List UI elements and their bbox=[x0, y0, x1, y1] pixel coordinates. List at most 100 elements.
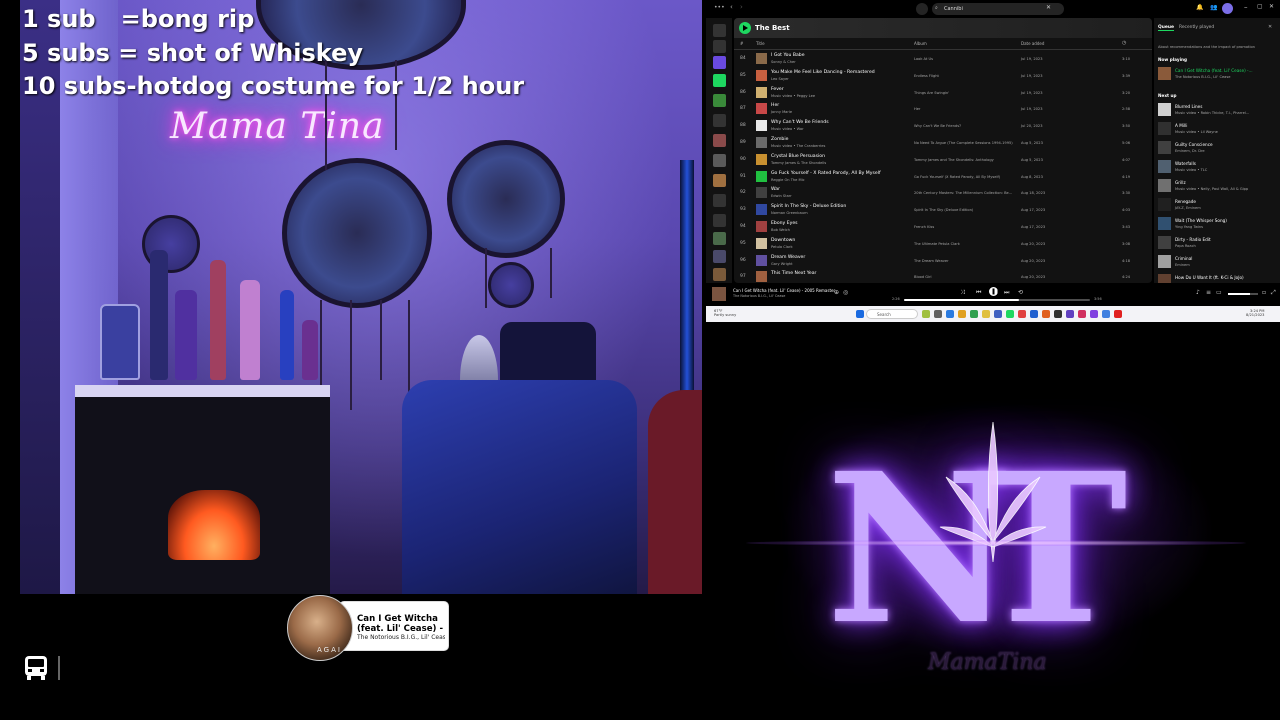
playlist-icon[interactable] bbox=[713, 154, 726, 167]
bell-icon[interactable]: 🔔 bbox=[1196, 4, 1203, 11]
app-icon[interactable] bbox=[1042, 310, 1050, 318]
track-artist[interactable]: Gary Wright bbox=[771, 262, 793, 266]
app-icon[interactable] bbox=[934, 310, 942, 318]
track-row[interactable]: 95 Downtown Petula Clark The Ultimate Petul… bbox=[734, 236, 1152, 253]
track-row[interactable]: 84 I Got You Babe Sonny & Cher Look At Us Ju… bbox=[734, 51, 1152, 68]
playlist-icon[interactable] bbox=[713, 174, 726, 187]
forward-arrow-icon[interactable]: › bbox=[740, 3, 743, 11]
queue-now-playing[interactable]: Can I Get Witcha (feat. Lil' Cease) -...… bbox=[1158, 66, 1278, 82]
track-album[interactable]: French Kiss bbox=[914, 225, 1019, 229]
track-album[interactable]: 20th Century Masters: The Millennium Col… bbox=[914, 191, 1019, 195]
track-album[interactable]: Look At Us bbox=[914, 57, 1019, 61]
track-title[interactable]: Dream Weaver bbox=[771, 255, 805, 260]
taskbar-search[interactable]: Search bbox=[866, 309, 918, 319]
track-row[interactable]: 85 You Make Me Feel Like Dancing - Remast… bbox=[734, 68, 1152, 85]
track-album[interactable]: Why Can't We Be Friends? bbox=[914, 124, 1019, 128]
tab-queue[interactable]: Queue bbox=[1158, 25, 1174, 31]
playlist-icon[interactable] bbox=[713, 232, 726, 245]
track-album[interactable]: The Ultimate Petula Clark bbox=[914, 242, 1019, 246]
track-artist[interactable]: Reggie On The Mic bbox=[771, 178, 805, 182]
track-album[interactable]: The Dream Weaver bbox=[914, 259, 1019, 263]
play-button[interactable] bbox=[739, 22, 751, 34]
track-row[interactable]: 94 Ebony Eyes Bob Welch French Kiss Aug 17, … bbox=[734, 219, 1152, 236]
track-artist[interactable]: Sonny & Cher bbox=[771, 60, 796, 64]
track-row[interactable]: 91 Go Fuck Yourself - X Rated Parody, All… bbox=[734, 169, 1152, 186]
queue-item[interactable]: Grillz Music video • Nelly, Paul Wall, Al… bbox=[1158, 178, 1278, 194]
avatar[interactable] bbox=[1222, 3, 1233, 14]
queue-item[interactable]: Criminal Eminem bbox=[1158, 254, 1278, 270]
tab-recently-played[interactable]: Recently played bbox=[1179, 25, 1214, 30]
queue-item[interactable]: How Do U Want It (ft. K-Ci & JoJo) bbox=[1158, 273, 1278, 283]
track-title[interactable]: You Make Me Feel Like Dancing - Remaster… bbox=[771, 70, 875, 75]
track-row[interactable]: 93 Spirit In The Sky - Deluxe Edition Norm… bbox=[734, 202, 1152, 219]
weather-widget[interactable]: 67°F Partly sunny bbox=[714, 309, 736, 317]
track-row[interactable]: 96 Dream Weaver Gary Wright The Dream Weave… bbox=[734, 253, 1152, 270]
track-artist[interactable]: Bob Welch bbox=[771, 228, 790, 232]
track-row[interactable]: 92 War Edwin Starr 20th Century Masters: Th… bbox=[734, 185, 1152, 202]
app-icon[interactable] bbox=[1066, 310, 1074, 318]
pause-button[interactable]: ❚❚ bbox=[989, 287, 1001, 296]
maximize-icon[interactable]: ▢ bbox=[1257, 3, 1263, 10]
clear-search-icon[interactable]: ✕ bbox=[1046, 4, 1051, 11]
track-title[interactable]: I Got You Babe bbox=[771, 53, 805, 58]
track-title[interactable]: War bbox=[771, 187, 780, 192]
track-album[interactable]: Endless Flight bbox=[914, 74, 1019, 78]
track-row[interactable]: 97 This Time Next Year Blood Girl Aug 20, 2… bbox=[734, 269, 1152, 283]
previous-icon[interactable]: ⏮ bbox=[976, 289, 983, 296]
track-row[interactable]: 86 Fever Music video • Peggy Lee Things Are… bbox=[734, 85, 1152, 102]
menu-icon[interactable]: ••• bbox=[714, 4, 725, 11]
close-icon[interactable]: ✕ bbox=[1268, 24, 1272, 30]
lyrics-icon[interactable]: ♪ bbox=[1196, 289, 1203, 296]
minimize-icon[interactable]: – bbox=[1244, 3, 1248, 11]
app-icon[interactable] bbox=[1102, 310, 1110, 318]
start-icon[interactable] bbox=[856, 310, 864, 318]
progress-bar[interactable] bbox=[904, 299, 1090, 301]
connect-icon[interactable]: ◎ bbox=[843, 289, 850, 296]
track-title[interactable]: Spirit In The Sky - Deluxe Edition bbox=[771, 204, 846, 209]
devices-icon[interactable]: ▭ bbox=[1216, 289, 1223, 296]
app-icon[interactable] bbox=[994, 310, 1002, 318]
app-icon[interactable] bbox=[982, 310, 990, 318]
app-icon[interactable] bbox=[958, 310, 966, 318]
track-title[interactable]: Why Can't We Be Friends bbox=[771, 120, 829, 125]
app-icon[interactable] bbox=[1078, 310, 1086, 318]
close-icon[interactable]: ✕ bbox=[1269, 3, 1274, 10]
friends-icon[interactable]: 👥 bbox=[1210, 4, 1217, 11]
playlist-icon[interactable] bbox=[713, 94, 726, 107]
track-row[interactable]: 89 Zombie Music video • The Cranberries No … bbox=[734, 135, 1152, 152]
add-to-library-icon[interactable]: ⊕ bbox=[834, 289, 841, 296]
app-icon[interactable] bbox=[946, 310, 954, 318]
queue-icon[interactable]: ≡ bbox=[1206, 289, 1213, 296]
app-icon[interactable] bbox=[1054, 310, 1062, 318]
track-artist[interactable]: Tommy James & The Shondells bbox=[771, 161, 826, 165]
shuffle-icon[interactable]: ⤨ bbox=[960, 289, 967, 296]
track-artist[interactable]: Music video • War bbox=[771, 127, 804, 131]
add-icon[interactable] bbox=[713, 40, 726, 53]
queue-item[interactable]: A Milli Music video • Lil Wayne bbox=[1158, 121, 1278, 137]
track-title[interactable]: Fever bbox=[771, 87, 784, 92]
queue-item[interactable]: Dirty - Radio Edit Papa Roach bbox=[1158, 235, 1278, 251]
app-icon[interactable] bbox=[922, 310, 930, 318]
track-artist[interactable]: Leo Sayer bbox=[771, 77, 789, 81]
track-artist[interactable]: Jonny Marie bbox=[771, 110, 792, 114]
queue-item[interactable]: Renegade JAY-Z, Eminem bbox=[1158, 197, 1278, 213]
playlist-icon[interactable] bbox=[713, 134, 726, 147]
app-icon[interactable] bbox=[1030, 310, 1038, 318]
track-artist[interactable]: Edwin Starr bbox=[771, 194, 792, 198]
track-artist[interactable]: Petula Clark bbox=[771, 245, 793, 249]
user-icon[interactable] bbox=[713, 214, 726, 227]
track-title[interactable]: Her bbox=[771, 103, 779, 108]
app-icon[interactable] bbox=[1090, 310, 1098, 318]
track-title[interactable]: Downtown bbox=[771, 238, 795, 243]
library-icon[interactable] bbox=[713, 24, 726, 37]
next-icon[interactable]: ⏭ bbox=[1004, 289, 1011, 296]
folder-icon[interactable] bbox=[713, 194, 726, 207]
track-title[interactable]: Ebony Eyes bbox=[771, 221, 798, 226]
volume-slider[interactable] bbox=[1228, 293, 1258, 295]
track-row[interactable]: 88 Why Can't We Be Friends Music video • W… bbox=[734, 118, 1152, 135]
playlist-icon[interactable] bbox=[713, 56, 726, 69]
queue-item[interactable]: Blurred Lines Music video • Robin Thicke,… bbox=[1158, 102, 1278, 118]
music-icon[interactable] bbox=[713, 114, 726, 127]
player-track-artist[interactable]: The Notorious B.I.G., Lil' Cease bbox=[733, 294, 785, 298]
search-input[interactable]: Cannibi bbox=[932, 3, 1064, 15]
